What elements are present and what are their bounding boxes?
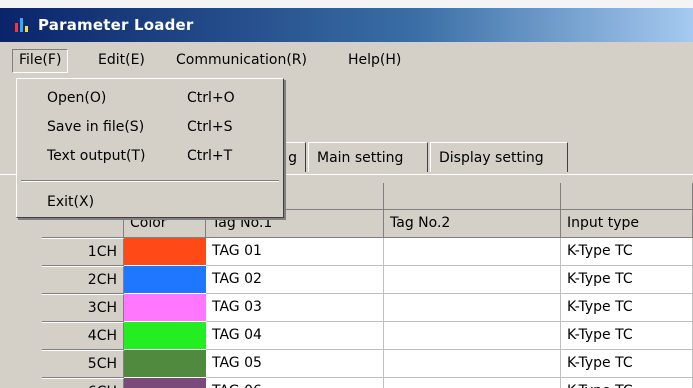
row-header[interactable]: 3CH [42, 294, 124, 322]
color-swatch[interactable] [124, 350, 206, 378]
cell-input-type[interactable]: K-Type TC [561, 378, 693, 388]
cell-tag-no-2[interactable] [384, 294, 561, 322]
row-header[interactable]: 1CH [42, 238, 124, 266]
cell-tag-no-2[interactable] [384, 322, 561, 350]
menu-edit[interactable]: Edit(E) [92, 49, 151, 71]
app-icon [14, 17, 30, 33]
menu-file[interactable]: File(F) [12, 49, 69, 73]
tab-main-setting[interactable]: Main setting [308, 142, 428, 172]
title-bar[interactable]: Parameter Loader [0, 8, 693, 42]
cell-tag-no-2[interactable] [384, 378, 561, 388]
cell-tag-no-1[interactable]: TAG 01 [206, 238, 384, 266]
row-header[interactable]: 2CH [42, 266, 124, 294]
file-menu-dropdown: Open(O) Ctrl+O Save in file(S) Ctrl+S Te… [16, 78, 284, 218]
menu-item-label: Save in file(S) [47, 119, 145, 135]
cell-input-type[interactable]: K-Type TC [561, 294, 693, 322]
menu-help[interactable]: Help(H) [342, 49, 407, 71]
file-menu-save[interactable]: Save in file(S) Ctrl+S [17, 114, 283, 140]
file-menu-exit[interactable]: Exit(X) [17, 189, 283, 215]
row-header[interactable]: 6CH [42, 378, 124, 388]
menu-separator [21, 180, 279, 182]
cell-tag-no-1[interactable]: TAG 03 [206, 294, 384, 322]
cell-tag-no-1[interactable]: TAG 05 [206, 350, 384, 378]
color-swatch[interactable] [124, 322, 206, 350]
menu-communication[interactable]: Communication(R) [170, 49, 313, 71]
window-title: Parameter Loader [38, 16, 194, 34]
menu-item-shortcut: Ctrl+S [187, 119, 233, 135]
menu-item-label: Text output(T) [47, 148, 146, 164]
file-menu-open[interactable]: Open(O) Ctrl+O [17, 85, 283, 111]
cell-input-type[interactable]: K-Type TC [561, 266, 693, 294]
header-band-tag2 [384, 183, 561, 210]
cell-tag-no-1[interactable]: TAG 02 [206, 266, 384, 294]
color-swatch[interactable] [124, 378, 206, 388]
cell-input-type[interactable]: K-Type TC [561, 322, 693, 350]
window-top-edge [0, 0, 693, 8]
color-swatch[interactable] [124, 238, 206, 266]
menu-item-shortcut: Ctrl+T [187, 148, 233, 164]
app-window: Parameter Loader File(F) Edit(E) Communi… [0, 0, 693, 388]
cell-tag-no-1[interactable]: TAG 04 [206, 322, 384, 350]
header-band-input [561, 183, 693, 210]
cell-tag-no-2[interactable] [384, 238, 561, 266]
menu-item-shortcut: Ctrl+O [187, 90, 235, 106]
cell-input-type[interactable]: K-Type TC [561, 350, 693, 378]
cell-tag-no-1[interactable]: TAG 06 [206, 378, 384, 388]
color-swatch[interactable] [124, 294, 206, 322]
color-swatch[interactable] [124, 266, 206, 294]
row-header[interactable]: 5CH [42, 350, 124, 378]
file-menu-text-output[interactable]: Text output(T) Ctrl+T [17, 143, 283, 169]
menu-item-label: Open(O) [47, 90, 107, 106]
header-tag-no-2[interactable]: Tag No.2 [384, 210, 561, 238]
cell-input-type[interactable]: K-Type TC [561, 238, 693, 266]
cell-tag-no-2[interactable] [384, 350, 561, 378]
cell-tag-no-2[interactable] [384, 266, 561, 294]
menu-bar: File(F) Edit(E) Communication(R) Help(H) [0, 42, 693, 78]
menu-item-label: Exit(X) [47, 194, 95, 210]
row-header[interactable]: 4CH [42, 322, 124, 350]
header-input-type[interactable]: Input type [561, 210, 693, 238]
tab-display-setting[interactable]: Display setting [430, 142, 568, 172]
